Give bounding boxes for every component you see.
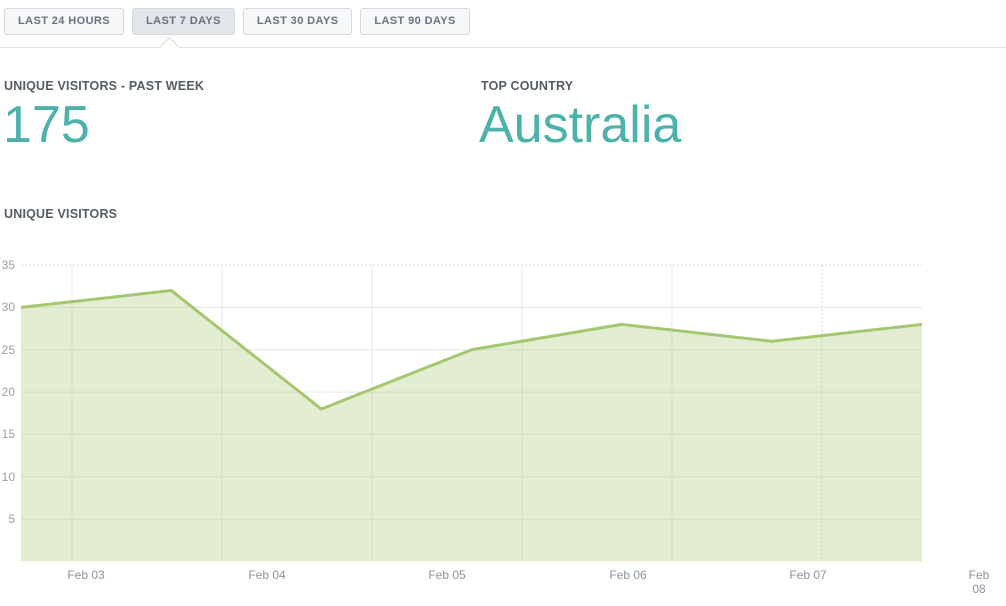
y-axis-tick-label: 35 [0, 258, 15, 272]
tabbar-divider [0, 47, 1006, 48]
visitors-area-chart-svg [0, 230, 1006, 606]
y-axis-tick-label: 30 [0, 300, 15, 314]
x-axis-tick-label: Feb 04 [235, 569, 299, 583]
chart-title: UNIQUE VISITORS [4, 207, 117, 221]
time-range-tabbar: LAST 24 HOURS LAST 7 DAYS LAST 30 DAYS L… [4, 8, 470, 35]
x-axis-tick-label: Feb 07 [776, 569, 840, 583]
y-axis-tick-label: 25 [0, 343, 15, 357]
tab-last-30-days[interactable]: LAST 30 DAYS [243, 8, 352, 35]
unique-visitors-chart: 5 10 15 20 25 30 35 Feb 03 Feb 04 Feb 05 Feb 06 Feb… [0, 230, 1006, 606]
area-series-fill [21, 290, 922, 561]
x-axis-tick-label: Feb 03 [54, 569, 118, 583]
x-axis-tick-label: Feb 06 [596, 569, 660, 583]
tab-last-90-days[interactable]: LAST 90 DAYS [360, 8, 469, 35]
tab-last-7-days[interactable]: LAST 7 DAYS [132, 8, 235, 35]
top-country-value: Australia [479, 99, 681, 151]
tab-last-24-hours[interactable]: LAST 24 HOURS [4, 8, 124, 35]
unique-visitors-past-week-value: 175 [3, 99, 90, 151]
y-axis-tick-label: 5 [0, 512, 15, 526]
x-axis-tick-label: Feb 05 [415, 569, 479, 583]
top-country-label: TOP COUNTRY [481, 79, 573, 93]
unique-visitors-past-week-label: UNIQUE VISITORS - PAST WEEK [4, 79, 204, 93]
active-tab-pointer [159, 37, 180, 58]
y-axis-tick-label: 10 [0, 470, 15, 484]
y-axis-tick-label: 15 [0, 427, 15, 441]
x-axis-tick-label: Feb 08 [962, 569, 996, 597]
y-axis-tick-label: 20 [0, 385, 15, 399]
analytics-dashboard: LAST 24 HOURS LAST 7 DAYS LAST 30 DAYS L… [0, 0, 1006, 606]
